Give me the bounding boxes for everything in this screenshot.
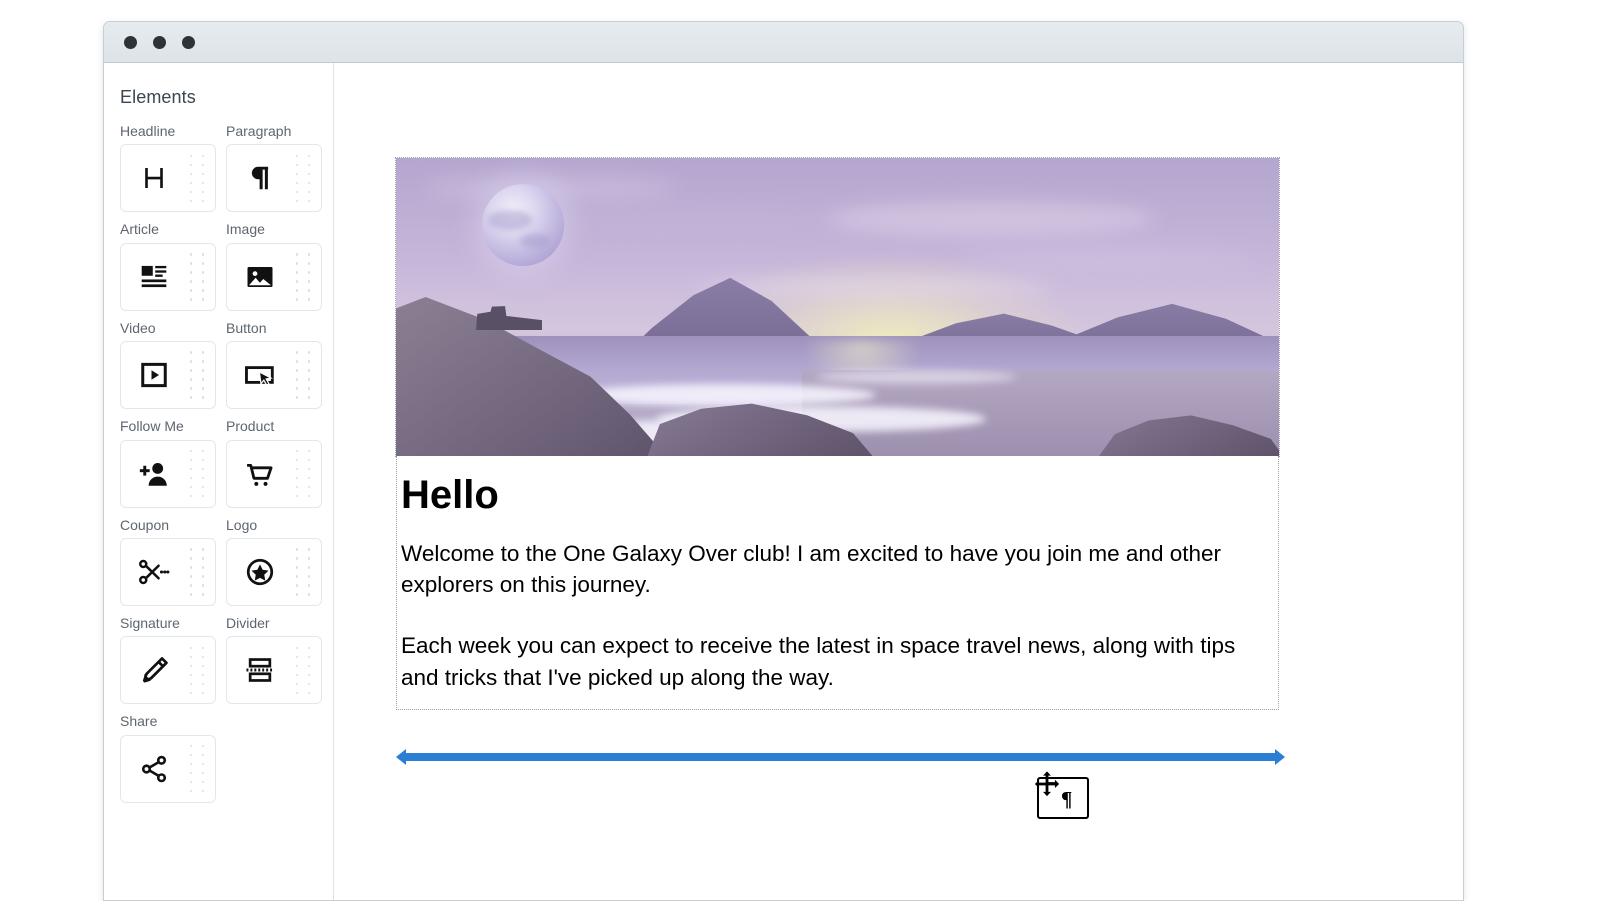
drag-grip-dots-icon[interactable] [292,546,314,598]
sidebar-item-paragraph[interactable] [226,144,322,212]
cloud [826,202,1156,236]
coupon-scissors-icon [121,558,186,586]
drag-grip-dots-icon[interactable] [292,152,314,204]
element-label-signature: Signature [120,616,226,631]
sidebar-item-article[interactable] [120,243,216,311]
sidebar-item-follow-me[interactable] [120,440,216,508]
window-body: Elements Headline [104,63,1463,901]
element-label-image: Image [226,222,332,237]
drag-grip-dots-icon[interactable] [292,644,314,696]
sidebar-item-divider[interactable] [226,636,322,704]
arrow-right-icon [1275,749,1285,765]
surf-foam [576,384,876,406]
drag-grip-dots-icon[interactable] [186,152,208,204]
sidebar-item-image[interactable] [226,243,322,311]
element-label-divider: Divider [226,616,332,631]
sidebar-item-share[interactable] [120,735,216,803]
window-minimize-button[interactable] [153,36,166,49]
element-label-follow-me: Follow Me [120,419,226,434]
hero-image [396,158,1279,456]
element-cell-article: Article [120,222,226,310]
drop-line [405,753,1276,761]
paragraph-pilcrow-icon [227,163,292,193]
sidebar-item-button[interactable] [226,341,322,409]
element-cell-video: Video [120,321,226,409]
product-cart-icon [227,459,292,489]
window-maximize-button[interactable] [182,36,195,49]
cloud [536,210,836,230]
elements-grid: Headline Paragraph [120,124,332,813]
headline-h-icon [121,163,186,193]
page-title: Hello [401,474,1258,516]
article-icon [121,261,186,293]
move-cross-icon [1033,770,1061,798]
element-label-share: Share [120,714,226,729]
sidebar-item-logo[interactable] [226,538,322,606]
planet-icon [482,184,564,266]
drag-ghost-paragraph[interactable]: ¶ [1037,777,1089,819]
follow-me-add-user-icon [121,459,186,489]
sidebar-item-product[interactable] [226,440,322,508]
sidebar-item-coupon[interactable] [120,538,216,606]
drag-grip-dots-icon[interactable] [292,349,314,401]
element-cell-paragraph: Paragraph [226,124,332,212]
element-cell-button: Button [226,321,332,409]
surf-foam [816,370,1016,384]
button-cursor-icon [227,360,292,390]
element-label-product: Product [226,419,332,434]
divider-icon [227,656,292,684]
elements-sidebar: Elements Headline [104,63,334,901]
element-cell-follow-me: Follow Me [120,419,226,507]
element-cell-headline: Headline [120,124,226,212]
window-close-button[interactable] [124,36,137,49]
sidebar-item-video[interactable] [120,341,216,409]
sidebar-item-headline[interactable] [120,144,216,212]
element-label-headline: Headline [120,124,226,139]
email-content-block: Purple-toned coastal sunset with large p… [396,158,1279,710]
element-label-paragraph: Paragraph [226,124,332,139]
text-content-block[interactable]: Hello Welcome to the One Galaxy Over clu… [396,456,1279,710]
share-icon [121,754,186,784]
element-label-article: Article [120,222,226,237]
logo-star-badge-icon [227,557,292,587]
image-icon [227,262,292,292]
element-cell-share: Share [120,714,226,802]
hero-image-block[interactable]: Purple-toned coastal sunset with large p… [396,158,1279,456]
element-label-video: Video [120,321,226,336]
element-cell-product: Product [226,419,332,507]
cloud [956,246,1256,272]
element-cell-image: Image [226,222,332,310]
drag-grip-dots-icon[interactable] [186,448,208,500]
drag-grip-dots-icon[interactable] [186,349,208,401]
body-paragraph-1: Welcome to the One Galaxy Over club! I a… [401,538,1258,600]
element-label-logo: Logo [226,518,332,533]
sidebar-title: Elements [120,87,333,108]
element-cell-logo: Logo [226,518,332,606]
element-label-coupon: Coupon [120,518,226,533]
element-cell-coupon: Coupon [120,518,226,606]
element-cell-divider: Divider [226,616,332,704]
drag-grip-dots-icon[interactable] [292,448,314,500]
paragraph-pilcrow-icon: ¶ [1061,789,1072,810]
element-cell-signature: Signature [120,616,226,704]
drag-grip-dots-icon[interactable] [186,251,208,303]
window-title-bar [104,22,1463,63]
drop-position-indicator [396,749,1285,765]
body-paragraph-2: Each week you can expect to receive the … [401,630,1258,692]
drag-grip-dots-icon[interactable] [186,743,208,795]
app-window: Elements Headline [103,21,1464,901]
drag-grip-dots-icon[interactable] [186,546,208,598]
sidebar-item-signature[interactable] [120,636,216,704]
drag-grip-dots-icon[interactable] [186,644,208,696]
video-play-icon [121,360,186,390]
email-canvas[interactable]: Purple-toned coastal sunset with large p… [334,63,1463,901]
element-label-button: Button [226,321,332,336]
drag-grip-dots-icon[interactable] [292,251,314,303]
signature-pen-icon [121,655,186,685]
